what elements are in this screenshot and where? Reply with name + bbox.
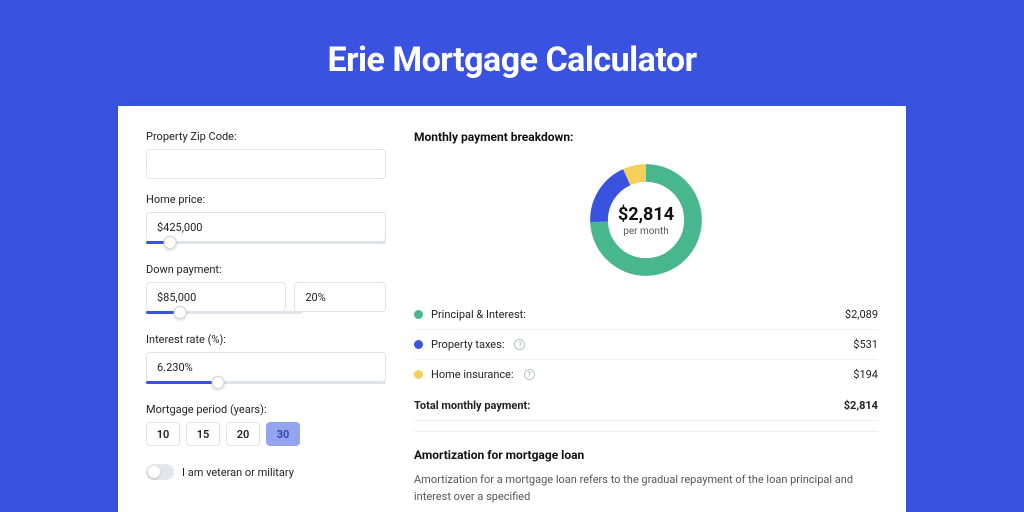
legend-dot-icon: [414, 340, 423, 349]
period-button-30[interactable]: 30: [266, 422, 300, 446]
donut-chart: $2,814 per month: [584, 158, 708, 282]
interest-rate-group: Interest rate (%):: [146, 333, 386, 389]
amortization-title: Amortization for mortgage loan: [414, 448, 878, 462]
donut-wrap: $2,814 per month: [414, 158, 878, 282]
legend-dot-icon: [414, 310, 423, 319]
down-payment-pct-input[interactable]: [294, 282, 386, 312]
mortgage-period-group: Mortgage period (years): 10152030: [146, 403, 386, 446]
legend-label: Home insurance:: [431, 368, 514, 381]
home-price-group: Home price:: [146, 193, 386, 249]
legend-total-row: Total monthly payment: $2,814: [414, 389, 878, 421]
info-icon[interactable]: ?: [514, 339, 525, 350]
veteran-row: I am veteran or military: [146, 464, 386, 480]
home-price-label: Home price:: [146, 193, 386, 206]
period-button-10[interactable]: 10: [146, 422, 180, 446]
legend-dot-icon: [414, 370, 423, 379]
legend-label: Principal & Interest:: [431, 308, 526, 321]
donut-amount: $2,814: [618, 204, 674, 225]
interest-rate-label: Interest rate (%):: [146, 333, 386, 346]
page-root: Erie Mortgage Calculator Property Zip Co…: [0, 0, 1024, 512]
period-button-20[interactable]: 20: [226, 422, 260, 446]
legend-list: Principal & Interest: $2,089 Property taxe…: [414, 300, 878, 389]
donut-sub: per month: [623, 226, 669, 237]
legend-value: $531: [853, 338, 878, 351]
legend-left: Principal & Interest:: [414, 308, 526, 321]
home-price-slider[interactable]: [146, 241, 386, 249]
period-button-15[interactable]: 15: [186, 422, 220, 446]
veteran-toggle[interactable]: [146, 464, 174, 480]
interest-rate-input[interactable]: [146, 352, 386, 382]
legend-left: Property taxes:?: [414, 338, 525, 351]
veteran-label: I am veteran or military: [182, 466, 294, 479]
page-title: Erie Mortgage Calculator: [327, 40, 696, 80]
down-payment-label: Down payment:: [146, 263, 386, 276]
interest-rate-slider[interactable]: [146, 381, 386, 389]
legend-total-label: Total monthly payment:: [414, 399, 530, 412]
legend-row: Property taxes:? $531: [414, 330, 878, 360]
legend-row: Principal & Interest: $2,089: [414, 300, 878, 330]
legend-value: $194: [853, 368, 878, 381]
legend-label: Property taxes:: [431, 338, 504, 351]
down-payment-amount-input[interactable]: [146, 282, 286, 312]
legend-left: Home insurance:?: [414, 368, 535, 381]
inputs-panel: Property Zip Code: Home price: Down paym…: [146, 130, 386, 512]
legend-value: $2,089: [845, 308, 878, 321]
info-icon[interactable]: ?: [524, 369, 535, 380]
legend-total-value: $2,814: [844, 399, 878, 412]
breakdown-panel: Monthly payment breakdown: $2,814 per mo…: [414, 130, 878, 512]
zip-label: Property Zip Code:: [146, 130, 386, 143]
home-price-input[interactable]: [146, 212, 386, 242]
down-payment-group: Down payment:: [146, 263, 386, 319]
zip-input[interactable]: [146, 149, 386, 179]
legend-row: Home insurance:? $194: [414, 360, 878, 389]
mortgage-period-label: Mortgage period (years):: [146, 403, 386, 416]
amortization-text: Amortization for a mortgage loan refers …: [414, 472, 878, 505]
calculator-card: Property Zip Code: Home price: Down paym…: [118, 106, 906, 512]
donut-center: $2,814 per month: [584, 158, 708, 282]
period-button-row: 10152030: [146, 422, 386, 446]
down-payment-slider[interactable]: [146, 311, 302, 319]
breakdown-title: Monthly payment breakdown:: [414, 130, 878, 144]
zip-group: Property Zip Code:: [146, 130, 386, 179]
divider: [414, 431, 878, 432]
